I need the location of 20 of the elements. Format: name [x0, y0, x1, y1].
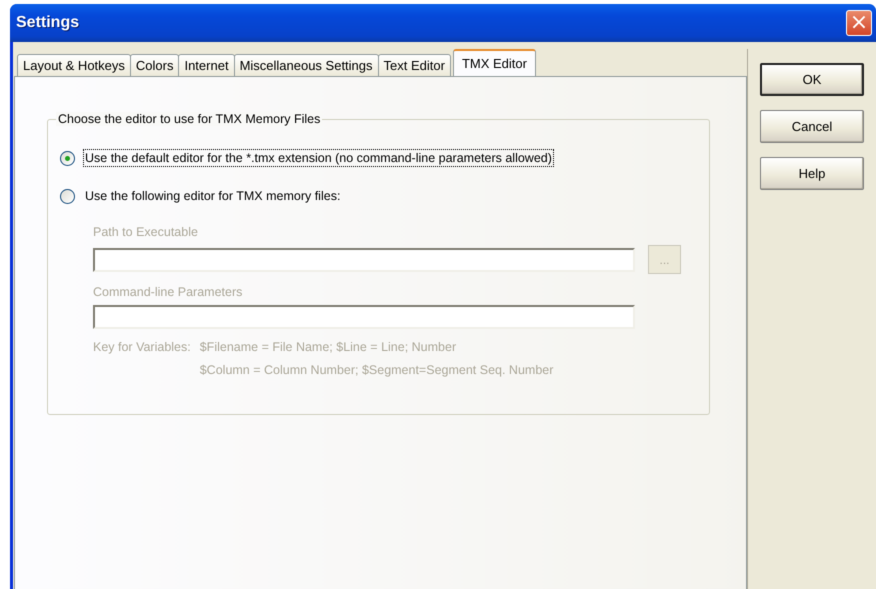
tab[interactable]: Internet: [178, 54, 235, 76]
help-button[interactable]: Help: [760, 157, 864, 190]
ok-button[interactable]: OK: [760, 63, 864, 96]
radio-button[interactable]: [60, 150, 75, 166]
key-text: $Column = Column Number; $Segment=Segment Seq. Number: [200, 362, 554, 379]
cancel-button[interactable]: Cancel: [760, 110, 864, 143]
window-title: Settings: [16, 14, 80, 32]
field-label: Command-line Parameters: [93, 284, 242, 301]
field-label: Path to Executable: [93, 224, 198, 241]
tab[interactable]: Layout & Hotkeys: [17, 54, 131, 76]
key-text: $Filename = File Name; $Line = Line; Number: [200, 339, 458, 356]
tab[interactable]: Miscellaneous Settings: [234, 54, 379, 76]
key-label: Key for Variables:: [93, 339, 191, 356]
radio-label[interactable]: Use the default editor for the *.tmx extension (no command-line parameters allowed): [83, 149, 554, 167]
tab[interactable]: TMX Editor: [452, 49, 536, 76]
radio-button[interactable]: [60, 188, 75, 204]
tab[interactable]: Text Editor: [378, 54, 451, 76]
group-title: Choose the editor to use for TMX Memory Files: [56, 112, 322, 126]
tab[interactable]: Colors: [130, 54, 180, 76]
radio-label[interactable]: Use the following editor for TMX memory files:: [83, 187, 342, 205]
